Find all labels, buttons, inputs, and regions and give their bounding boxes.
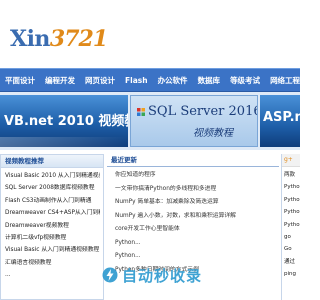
list-item[interactable]: 汇编语言视频教程: [5, 257, 100, 269]
video-course-box-title: 视频教程推荐: [1, 155, 103, 168]
list-item[interactable]: 一文带你搞清Python的多线程和多进程: [115, 183, 276, 197]
bolt-icon: [102, 267, 118, 283]
logo-text-xin: Xin: [10, 26, 50, 52]
site-logo[interactable]: Xin 3721: [10, 26, 108, 56]
list-item[interactable]: Visual Basic 2010 从入门到精通视频教程: [5, 170, 100, 182]
banner-aspnet[interactable]: ASP.ne: [260, 95, 300, 147]
right-sidebar-box: g+ 两款 Python Python Python Python go Go …: [281, 154, 300, 300]
list-item[interactable]: NumPy 简单基本：加减乘除及简迭运算: [115, 196, 276, 210]
list-item[interactable]: 两款: [284, 169, 300, 181]
nav-item-database[interactable]: 数据库: [198, 75, 221, 86]
recent-updates-list: 你应知道的程序 一文带你搞清Python的多线程和多进程 NumPy 简单基本：…: [107, 167, 279, 277]
list-item[interactable]: SQL Server 2008数据库视频教程: [5, 182, 100, 194]
list-item[interactable]: ...: [5, 269, 100, 281]
site-header: Xin 3721: [0, 0, 300, 68]
list-item[interactable]: Dreamweaver视频教程: [5, 220, 100, 232]
banner-row: VB.net 2010 视频教程 SQL Server 2016 视频教程 AS…: [0, 92, 300, 150]
nav-item-network-engineer[interactable]: 网络工程师: [270, 75, 308, 86]
list-item[interactable]: Go: [284, 243, 300, 255]
list-item[interactable]: Python: [284, 219, 300, 231]
list-item[interactable]: 你应知道的程序: [115, 169, 276, 183]
list-item[interactable]: Flash CS3动画制作从入门到精通: [5, 195, 100, 207]
recent-updates-title: 最近更新: [107, 154, 279, 167]
nav-item-office[interactable]: 办公软件: [158, 75, 188, 86]
list-item[interactable]: 计算机二级vfp视频教程: [5, 232, 100, 244]
main-nav: 平面设计 编程开发 网页设计 Flash 办公软件 数据库 等级考试 网络工程师: [0, 68, 308, 92]
sql-server-logo-icon: [137, 108, 145, 116]
list-item[interactable]: Python...: [115, 237, 276, 251]
nav-item-exam[interactable]: 等级考试: [230, 75, 260, 86]
video-course-box: 视频教程推荐 Visual Basic 2010 从入门到精通视频教程 SQL …: [0, 154, 104, 300]
banner-sqlserver[interactable]: SQL Server 2016 视频教程: [130, 95, 258, 147]
logo-text-number: 3721: [49, 26, 108, 52]
banner-sqlserver-title: SQL Server 2016: [148, 104, 258, 119]
nav-item-flash[interactable]: Flash: [125, 76, 148, 85]
list-item[interactable]: Dreamweaver CS4+ASP从入门到精通视频教程: [5, 207, 100, 219]
list-item[interactable]: 通过: [284, 256, 300, 268]
video-course-list: Visual Basic 2010 从入门到精通视频教程 SQL Server …: [1, 168, 103, 282]
list-item[interactable]: Visual Basic 从入门到精通视频教程: [5, 244, 100, 256]
watermark-text: 自动秒收录: [122, 266, 203, 285]
banner-sqlserver-subtitle: 视频教程: [193, 128, 233, 139]
nav-item-programming[interactable]: 编程开发: [45, 75, 75, 86]
right-sidebar-list: 两款 Python Python Python Python go Go 通过 …: [282, 167, 300, 281]
banner-wave-decoration: [0, 137, 128, 147]
watermark: 自动秒收录: [102, 262, 202, 288]
nav-item-web-design[interactable]: 网页设计: [85, 75, 115, 86]
list-item[interactable]: core开发工作心里智能体: [115, 223, 276, 237]
list-item[interactable]: Python: [284, 194, 300, 206]
banner-aspnet-title: ASP.ne: [263, 110, 300, 125]
list-item[interactable]: ping: [284, 268, 300, 280]
list-item[interactable]: Python: [284, 181, 300, 193]
list-item[interactable]: go: [284, 231, 300, 243]
right-sidebar-title: g+: [282, 154, 300, 167]
list-item[interactable]: Python: [284, 206, 300, 218]
banner-vbnet-title: VB.net 2010 视频教程: [4, 114, 128, 129]
list-item[interactable]: NumPy 遍入小数，对数，求和和乘积运算详解: [115, 210, 276, 224]
nav-item-graphic-design[interactable]: 平面设计: [5, 75, 35, 86]
banner-vbnet[interactable]: VB.net 2010 视频教程: [0, 95, 128, 147]
